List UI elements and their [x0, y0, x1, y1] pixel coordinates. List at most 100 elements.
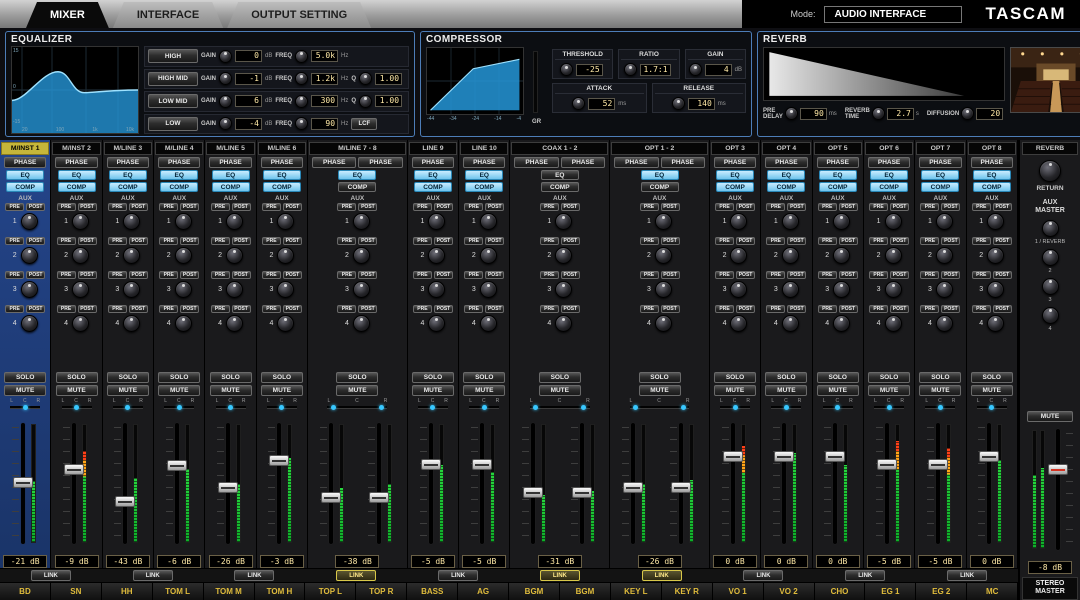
master-fader-handle[interactable] — [1048, 464, 1068, 475]
aux-post-button[interactable]: POST — [78, 271, 97, 279]
aux-post-button[interactable]: POST — [787, 271, 806, 279]
mute-button[interactable]: MUTE — [971, 385, 1013, 396]
aux-send-knob[interactable] — [226, 213, 243, 230]
phase-button[interactable]: PHASE — [514, 157, 558, 168]
aux-pre-button[interactable]: PRE — [159, 203, 178, 211]
lcf-button[interactable]: LCF — [351, 118, 377, 130]
eq-param-knob[interactable] — [295, 95, 308, 108]
comp-button[interactable]: COMP — [414, 182, 452, 192]
aux-post-button[interactable]: POST — [78, 237, 97, 245]
fader-track[interactable] — [480, 423, 484, 544]
aux-send-knob[interactable] — [782, 213, 799, 230]
aux-pre-button[interactable]: PRE — [869, 203, 888, 211]
aux-pre-button[interactable]: PRE — [108, 203, 127, 211]
eq-param-knob[interactable] — [295, 72, 308, 85]
channel-input-label[interactable]: M/LINE 4 — [155, 142, 203, 155]
eq-param-knob[interactable] — [295, 117, 308, 130]
comp-button[interactable]: COMP — [212, 182, 250, 192]
aux-send-knob[interactable] — [730, 315, 747, 332]
aux-pre-button[interactable]: PRE — [211, 237, 230, 245]
aux-pre-button[interactable]: PRE — [57, 271, 76, 279]
comp-button[interactable]: COMP — [973, 182, 1011, 192]
aux-send-knob[interactable] — [21, 213, 38, 230]
pan-track[interactable] — [771, 406, 801, 409]
pan-control[interactable]: LCR — [611, 398, 708, 416]
channel-name[interactable]: SN — [51, 583, 102, 600]
aux-post-button[interactable]: POST — [839, 271, 858, 279]
solo-button[interactable]: SOLO — [261, 372, 303, 383]
aux-pre-button[interactable]: PRE — [159, 305, 178, 313]
eq-param-knob[interactable] — [219, 72, 232, 85]
aux-post-button[interactable]: POST — [180, 271, 199, 279]
aux-send-knob[interactable] — [72, 213, 89, 230]
aux-send-knob[interactable] — [885, 281, 902, 298]
aux-post-button[interactable]: POST — [358, 237, 377, 245]
aux-pre-button[interactable]: PRE — [920, 305, 939, 313]
aux-pre-button[interactable]: PRE — [262, 203, 281, 211]
aux-send-knob[interactable] — [277, 315, 294, 332]
aux-post-button[interactable]: POST — [485, 237, 504, 245]
aux-post-button[interactable]: POST — [434, 203, 453, 211]
aux-post-button[interactable]: POST — [890, 305, 909, 313]
aux-post-button[interactable]: POST — [232, 203, 251, 211]
solo-button[interactable]: SOLO — [107, 372, 149, 383]
comp-param-knob[interactable] — [624, 63, 637, 76]
aux-pre-button[interactable]: PRE — [972, 237, 991, 245]
aux-post-button[interactable]: POST — [993, 271, 1012, 279]
solo-button[interactable]: SOLO — [412, 372, 454, 383]
aux-send-knob[interactable] — [428, 315, 445, 332]
aux-pre-button[interactable]: PRE — [464, 271, 483, 279]
pan-track[interactable] — [630, 406, 690, 409]
aux-post-button[interactable]: POST — [993, 203, 1012, 211]
aux-send-knob[interactable] — [555, 315, 572, 332]
aux-pre-button[interactable]: PRE — [413, 203, 432, 211]
aux-send-knob[interactable] — [987, 247, 1004, 264]
aux-send-knob[interactable] — [480, 315, 497, 332]
aux-send-knob[interactable] — [277, 281, 294, 298]
pan-track[interactable] — [327, 406, 387, 409]
solo-button[interactable]: SOLO — [210, 372, 252, 383]
aux-post-button[interactable]: POST — [485, 271, 504, 279]
aux-send-knob[interactable] — [555, 213, 572, 230]
solo-button[interactable]: SOLO — [4, 372, 46, 383]
comp-param-knob[interactable] — [689, 63, 702, 76]
aux-send-knob[interactable] — [123, 315, 140, 332]
phase-button[interactable]: PHASE — [209, 157, 251, 168]
channel-name[interactable]: EG 2 — [916, 583, 967, 600]
aux-post-button[interactable]: POST — [26, 271, 45, 279]
eq-button[interactable]: EQ — [58, 170, 96, 180]
aux-post-button[interactable]: POST — [839, 203, 858, 211]
aux-pre-button[interactable]: PRE — [766, 305, 785, 313]
aux-send-knob[interactable] — [833, 247, 850, 264]
pan-control[interactable]: LCR — [460, 398, 508, 416]
phase-button[interactable]: PHASE — [4, 157, 46, 168]
aux-post-button[interactable]: POST — [434, 237, 453, 245]
channel-name[interactable]: BGM — [509, 583, 560, 600]
aux-send-knob[interactable] — [123, 247, 140, 264]
channel-name[interactable]: MC — [967, 583, 1018, 600]
mute-button[interactable]: MUTE — [639, 385, 681, 396]
aux-send-knob[interactable] — [72, 247, 89, 264]
aux-post-button[interactable]: POST — [890, 237, 909, 245]
aux-send-knob[interactable] — [655, 281, 672, 298]
aux-post-button[interactable]: POST — [26, 237, 45, 245]
aux-pre-button[interactable]: PRE — [5, 271, 24, 279]
aux-post-button[interactable]: POST — [358, 271, 377, 279]
comp-button[interactable]: COMP — [921, 182, 959, 192]
mute-button[interactable]: MUTE — [868, 385, 910, 396]
phase-button[interactable]: PHASE — [358, 157, 402, 168]
channel-name[interactable]: VO 1 — [713, 583, 764, 600]
aux-pre-button[interactable]: PRE — [159, 271, 178, 279]
aux-send-knob[interactable] — [353, 315, 370, 332]
fader-track[interactable] — [72, 423, 76, 544]
aux-pre-button[interactable]: PRE — [715, 271, 734, 279]
phase-button[interactable]: PHASE — [561, 157, 605, 168]
aux-send-knob[interactable] — [555, 247, 572, 264]
phase-button[interactable]: PHASE — [919, 157, 961, 168]
solo-button[interactable]: SOLO — [336, 372, 378, 383]
aux-send-knob[interactable] — [123, 281, 140, 298]
aux-send-knob[interactable] — [987, 315, 1004, 332]
aux-post-button[interactable]: POST — [561, 203, 580, 211]
eq-band-button[interactable]: HIGH — [148, 49, 198, 63]
fader-handle[interactable] — [774, 451, 794, 462]
